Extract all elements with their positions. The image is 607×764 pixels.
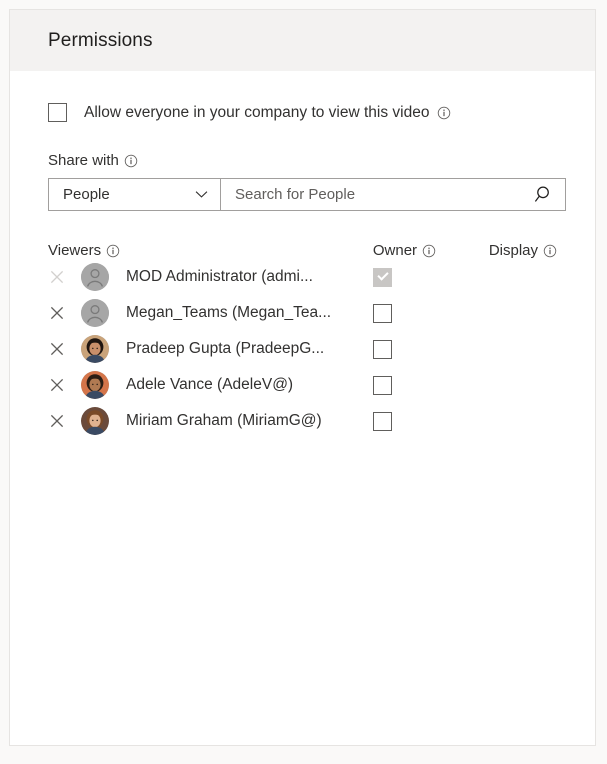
table-row: Miriam Graham (MiriamG@) bbox=[48, 403, 557, 439]
column-header-viewers: Viewers bbox=[48, 242, 373, 259]
permissions-panel: Permissions Allow everyone in your compa… bbox=[9, 9, 596, 746]
close-icon[interactable] bbox=[48, 340, 66, 358]
permissions-table-header: Viewers Owner Display bbox=[48, 242, 557, 259]
owner-checkbox[interactable] bbox=[373, 375, 392, 395]
viewer-name: Adele Vance (AdeleV@) bbox=[126, 376, 294, 393]
close-icon bbox=[48, 268, 66, 286]
owner-cell bbox=[373, 303, 489, 323]
viewer-cell: Pradeep Gupta (PradeepG... bbox=[48, 335, 373, 363]
owner-checkbox[interactable] bbox=[373, 411, 392, 431]
allow-everyone-checkbox[interactable] bbox=[48, 103, 67, 122]
share-with-label-group: Share with bbox=[48, 152, 557, 169]
owner-cell bbox=[373, 339, 489, 359]
viewers-info-icon[interactable] bbox=[106, 244, 120, 258]
viewer-name: Miriam Graham (MiriamG@) bbox=[126, 412, 322, 429]
page-title: Permissions bbox=[48, 29, 153, 51]
owner-checkbox[interactable] bbox=[373, 339, 392, 359]
column-header-display: Display bbox=[489, 242, 557, 259]
viewer-cell: Adele Vance (AdeleV@) bbox=[48, 371, 373, 399]
close-icon[interactable] bbox=[48, 376, 66, 394]
avatar bbox=[81, 335, 109, 363]
avatar bbox=[81, 407, 109, 435]
avatar bbox=[81, 299, 109, 327]
avatar bbox=[81, 263, 109, 291]
close-icon[interactable] bbox=[48, 304, 66, 322]
allow-everyone-row: Allow everyone in your company to view t… bbox=[48, 71, 557, 122]
viewer-name: MOD Administrator (admi... bbox=[126, 268, 313, 285]
share-with-info-icon[interactable] bbox=[124, 154, 138, 168]
column-header-owner: Owner bbox=[373, 242, 489, 259]
viewer-cell: Megan_Teams (Megan_Tea... bbox=[48, 299, 373, 327]
owner-info-icon[interactable] bbox=[422, 244, 436, 258]
search-input[interactable] bbox=[235, 186, 534, 203]
table-row: Pradeep Gupta (PradeepG... bbox=[48, 331, 557, 367]
owner-cell bbox=[373, 267, 489, 287]
display-header-label: Display bbox=[488, 242, 538, 259]
chevron-down-icon bbox=[194, 187, 209, 202]
owner-checkbox bbox=[373, 267, 392, 287]
search-field-wrapper[interactable] bbox=[221, 178, 566, 211]
viewer-name: Megan_Teams (Megan_Tea... bbox=[126, 304, 332, 321]
panel-header: Permissions bbox=[10, 10, 595, 71]
panel-body: Allow everyone in your company to view t… bbox=[10, 71, 595, 745]
allow-everyone-info-icon[interactable] bbox=[437, 106, 451, 120]
avatar bbox=[81, 371, 109, 399]
viewers-header-label: Viewers bbox=[48, 242, 102, 259]
viewer-cell: MOD Administrator (admi... bbox=[48, 263, 373, 291]
permissions-table-body: MOD Administrator (admi... Megan_Teams (M… bbox=[48, 259, 557, 439]
close-icon[interactable] bbox=[48, 412, 66, 430]
share-type-dropdown[interactable]: People bbox=[48, 178, 221, 211]
share-controls-row: People bbox=[48, 178, 566, 211]
allow-everyone-label: Allow everyone in your company to view t… bbox=[84, 103, 430, 121]
owner-cell bbox=[373, 375, 489, 395]
owner-cell bbox=[373, 411, 489, 431]
viewer-name: Pradeep Gupta (PradeepG... bbox=[126, 340, 325, 357]
viewer-cell: Miriam Graham (MiriamG@) bbox=[48, 407, 373, 435]
search-icon[interactable] bbox=[534, 184, 555, 205]
owner-checkbox[interactable] bbox=[373, 303, 392, 323]
owner-header-label: Owner bbox=[372, 242, 418, 259]
table-row: Adele Vance (AdeleV@) bbox=[48, 367, 557, 403]
display-info-icon[interactable] bbox=[543, 244, 557, 258]
share-with-label: Share with bbox=[48, 152, 119, 169]
share-type-value: People bbox=[63, 186, 110, 203]
table-row: Megan_Teams (Megan_Tea... bbox=[48, 295, 557, 331]
table-row: MOD Administrator (admi... bbox=[48, 259, 557, 295]
